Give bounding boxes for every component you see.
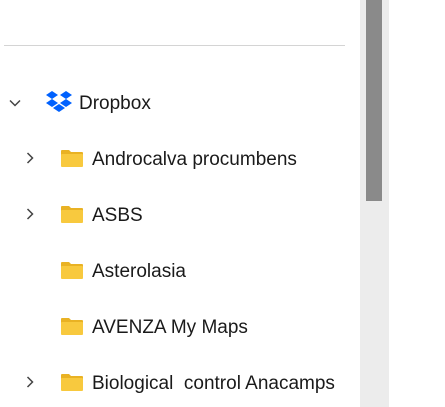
tree-item-label: Dropbox [79, 93, 151, 114]
tree-item-label: Asterolasia [92, 261, 186, 282]
tree-item-folder[interactable]: Androcalva procumbens [0, 139, 360, 179]
tree-item-folder[interactable]: Biological control Anacamps [0, 363, 360, 403]
tree-item-dropbox[interactable]: Dropbox [0, 83, 360, 123]
chevron-right-icon[interactable] [23, 151, 37, 165]
folder-icon [60, 260, 84, 280]
vertical-scrollbar[interactable] [360, 0, 389, 407]
navigation-pane: Dropbox Androcalva procumbens ASBS Aster… [0, 0, 360, 407]
divider [4, 45, 345, 46]
chevron-right-icon[interactable] [23, 375, 37, 389]
tree-item-folder[interactable]: AVENZA My Maps [0, 307, 360, 347]
folder-icon [60, 372, 84, 392]
tree-item-label: AVENZA My Maps [92, 317, 248, 338]
scrollbar-thumb[interactable] [366, 0, 382, 201]
dropbox-icon [44, 90, 74, 116]
folder-icon [60, 148, 84, 168]
chevron-right-icon[interactable] [23, 207, 37, 221]
chevron-down-icon[interactable] [8, 96, 22, 110]
folder-icon [60, 316, 84, 336]
tree-item-label: Biological control Anacamps [92, 373, 335, 394]
tree-item-label: Androcalva procumbens [92, 149, 297, 170]
tree-item-folder[interactable]: Asterolasia [0, 251, 360, 291]
tree-item-folder[interactable]: ASBS [0, 195, 360, 235]
folder-icon [60, 204, 84, 224]
tree-item-label: ASBS [92, 205, 143, 226]
content-pane [389, 0, 445, 407]
